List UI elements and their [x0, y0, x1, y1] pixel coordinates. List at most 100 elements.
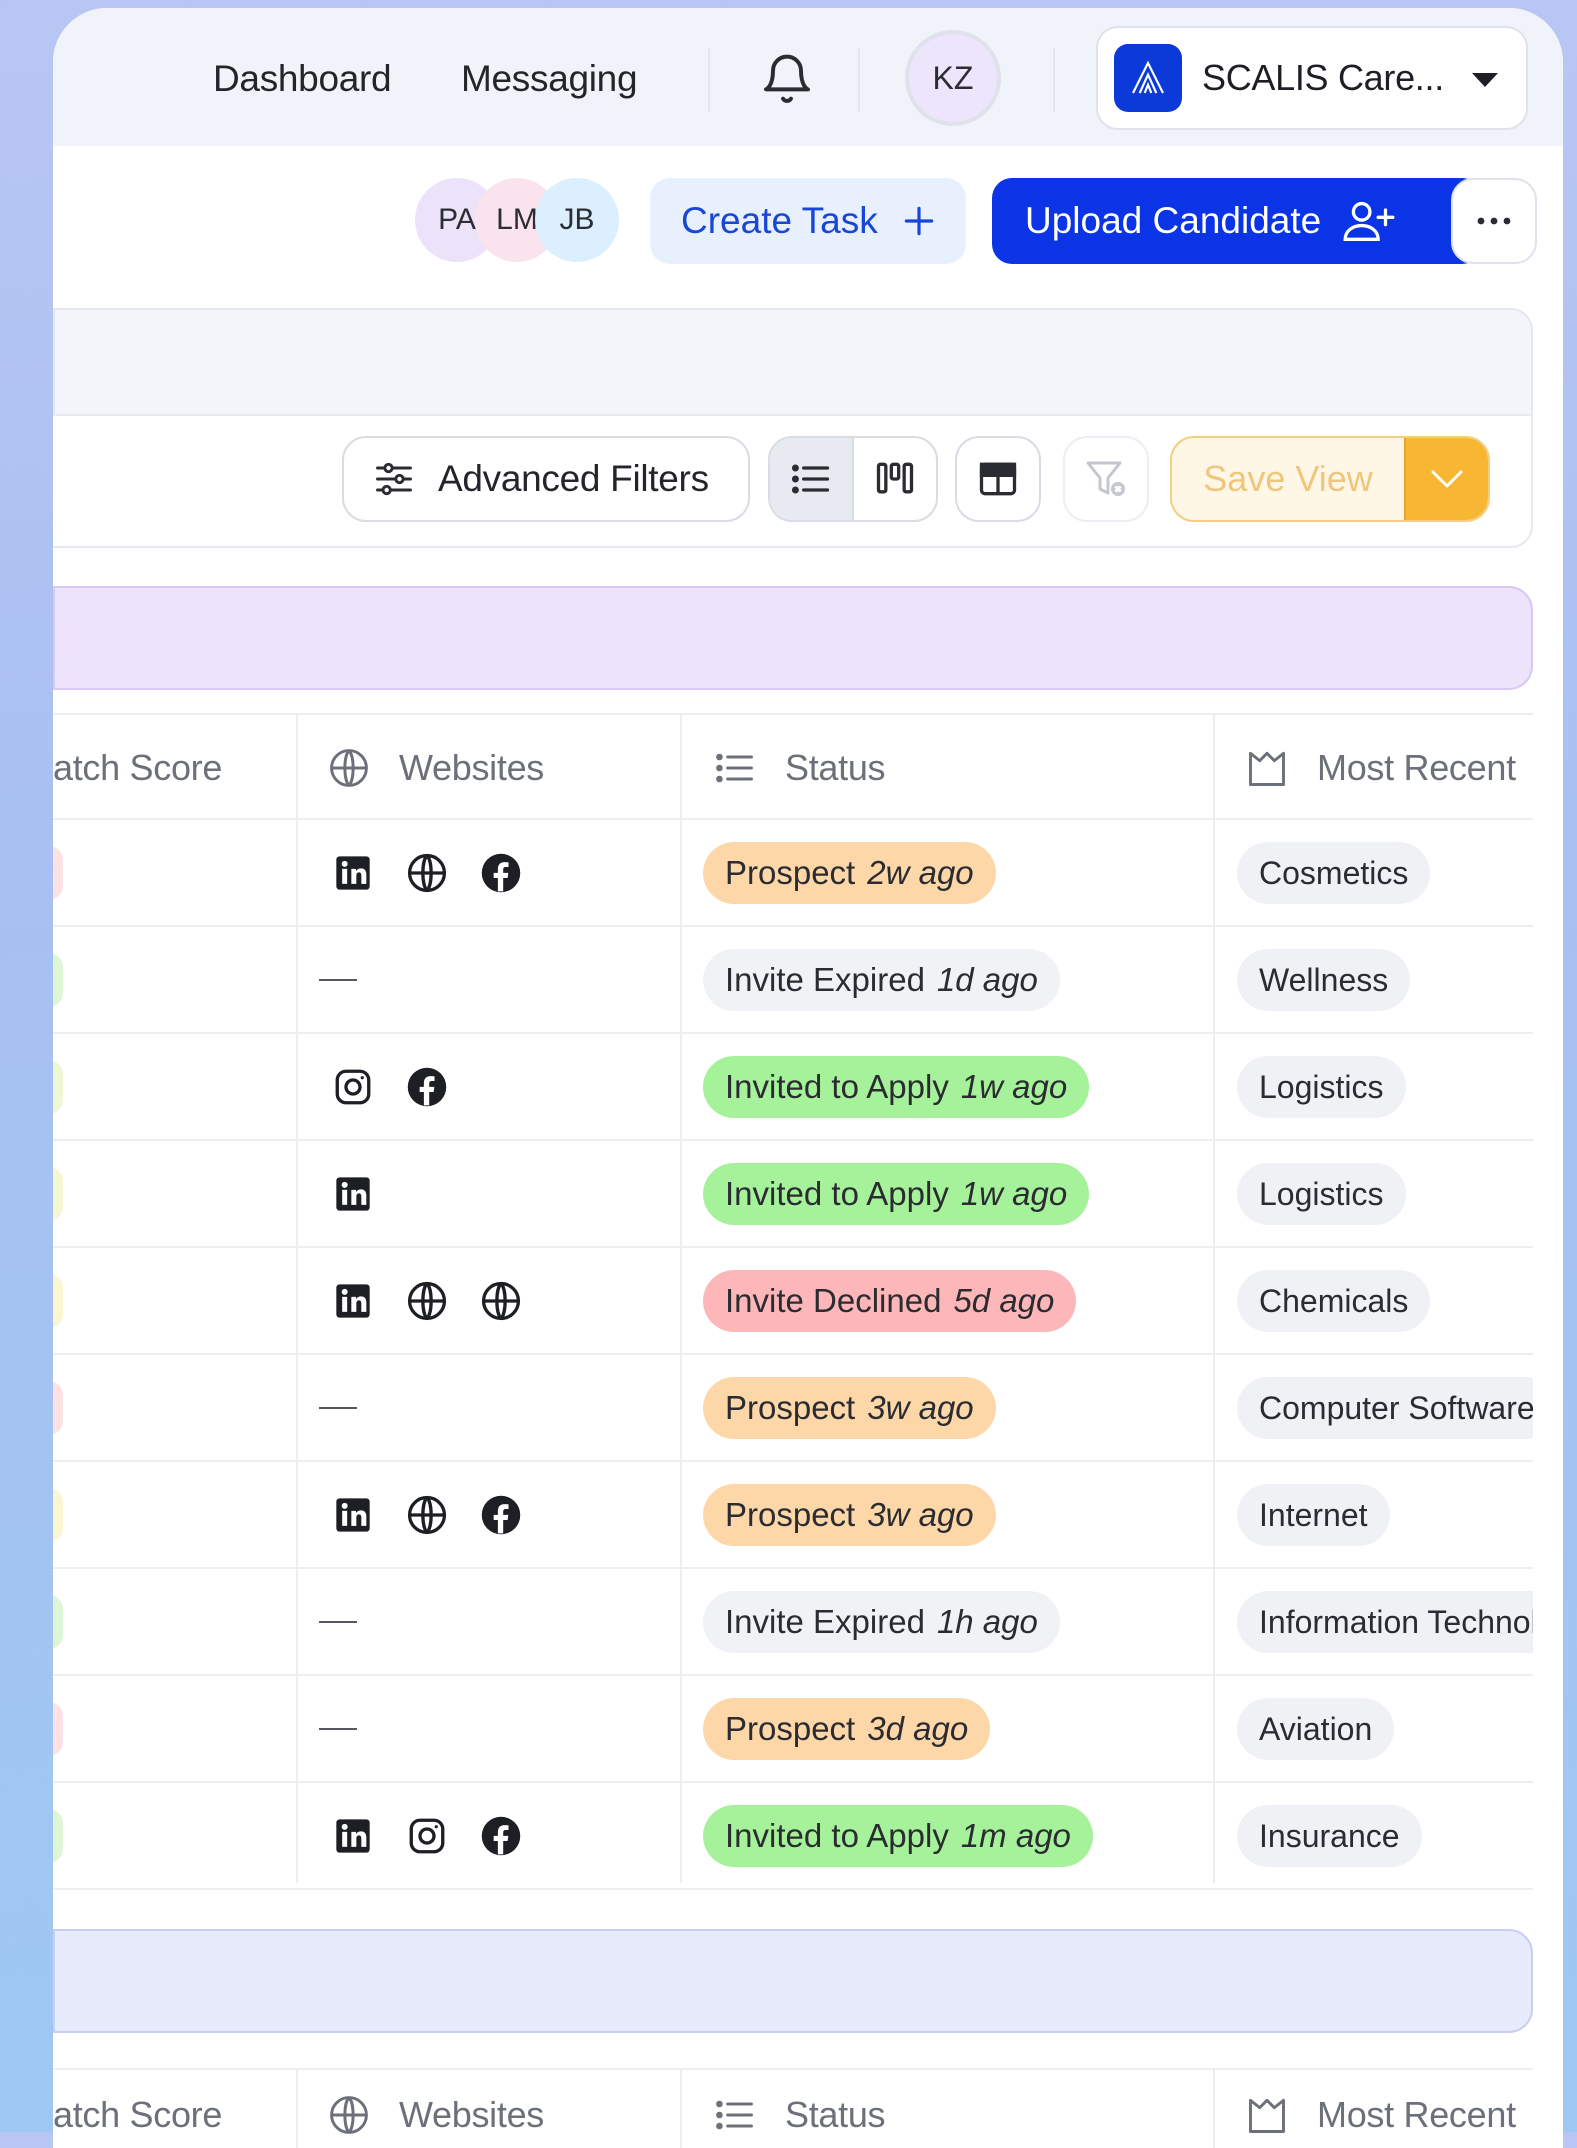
save-view-dropdown[interactable] [1404, 438, 1488, 520]
create-task-label: Create Task [681, 200, 878, 241]
header-websites-label: Websites [399, 2093, 544, 2135]
header-most-recent[interactable]: Most Recent [1245, 715, 1516, 820]
globe-icon[interactable] [479, 1279, 523, 1323]
empty-websites-dash [319, 979, 357, 981]
match-score-badge [53, 846, 63, 900]
upload-candidate-button[interactable]: Upload Candidate [992, 178, 1482, 264]
status-label: Invite Expired [725, 1603, 925, 1640]
header-websites[interactable]: Websites [327, 2062, 544, 2148]
linkedin-icon[interactable] [331, 851, 375, 895]
industry-cell: Cosmetics [1213, 820, 1533, 925]
upload-candidate-label: Upload Candidate [1025, 200, 1322, 241]
table-row[interactable]: Invited to Apply 1m ago Insurance [53, 1783, 1533, 1890]
status-label: Prospect [725, 1710, 856, 1747]
status-time: 5d ago [953, 1282, 1055, 1319]
status-badge[interactable]: Prospect 2w ago [703, 842, 996, 904]
globe-icon [327, 2093, 371, 2137]
save-view-button[interactable]: Save View [1172, 438, 1404, 520]
table-row[interactable]: Prospect 3w ago Computer Software [53, 1355, 1533, 1462]
industry-cell: Wellness [1213, 927, 1533, 1032]
empty-websites-dash [319, 1621, 357, 1623]
candidates-table: atch Score Websites Status Most Recent P… [53, 713, 1533, 1890]
notifications-bell-icon[interactable] [759, 52, 815, 108]
industry-tag: Logistics [1237, 1056, 1406, 1118]
group-header-bar[interactable] [53, 1929, 1533, 2033]
industry-tag: Insurance [1237, 1805, 1422, 1867]
plus-icon [904, 206, 933, 236]
list-view-button[interactable] [770, 438, 854, 520]
industry-tag: Cosmetics [1237, 842, 1431, 904]
status-badge[interactable]: Invited to Apply 1w ago [703, 1163, 1090, 1225]
group-header-bar[interactable] [53, 586, 1533, 690]
industry-cell: Internet [1213, 1462, 1533, 1567]
table-view-button[interactable] [955, 436, 1041, 522]
linkedin-icon[interactable] [331, 1172, 375, 1216]
table-row[interactable]: Invite Expired 1d ago Wellness [53, 927, 1533, 1034]
status-badge[interactable]: Invite Expired 1d ago [703, 949, 1060, 1011]
collaborator-avatar[interactable]: JB [535, 178, 619, 262]
facebook-icon[interactable] [479, 1493, 523, 1537]
header-match-score[interactable]: atch Score [53, 2062, 222, 2148]
company-switcher[interactable]: SCALIS Care... [1096, 26, 1528, 130]
industry-cell: Logistics [1213, 1034, 1533, 1139]
table-row[interactable]: Invited to Apply 1w ago Logistics [53, 1034, 1533, 1141]
user-avatar[interactable]: KZ [905, 30, 1001, 126]
instagram-icon[interactable] [405, 1814, 449, 1858]
facebook-icon[interactable] [479, 851, 523, 895]
status-label: Invited to Apply [725, 1817, 949, 1854]
linkedin-icon[interactable] [331, 1493, 375, 1537]
status-label: Prospect [725, 854, 856, 891]
table-row[interactable]: Prospect 3w ago Internet [53, 1462, 1533, 1569]
header-match-score[interactable]: atch Score [53, 715, 222, 820]
facebook-icon[interactable] [405, 1065, 449, 1109]
header-websites[interactable]: Websites [327, 715, 544, 820]
match-score-badge [53, 1167, 63, 1221]
industry-tag: Logistics [1237, 1163, 1406, 1225]
empty-websites-dash [319, 1407, 357, 1409]
header-most-recent-label: Most Recent [1317, 746, 1516, 788]
table-row[interactable]: Invited to Apply 1w ago Logistics [53, 1141, 1533, 1248]
match-score-badge [53, 1595, 63, 1649]
industry-tag: Chemicals [1237, 1270, 1431, 1332]
header-status[interactable]: Status [713, 715, 886, 820]
status-badge[interactable]: Invited to Apply 1m ago [703, 1805, 1093, 1867]
facebook-icon[interactable] [479, 1814, 523, 1858]
table-row[interactable]: Invite Declined 5d ago Chemicals [53, 1248, 1533, 1355]
table-row[interactable]: Prospect 3d ago Aviation [53, 1676, 1533, 1783]
header-status[interactable]: Status [713, 2062, 886, 2148]
website-links [331, 1783, 553, 1888]
nav-link-messaging[interactable]: Messaging [461, 58, 638, 100]
caret-down-icon [1472, 73, 1498, 87]
header-most-recent[interactable]: Most Recent [1245, 2062, 1516, 2148]
top-navigation: Dashboard Messaging KZ SCALIS Care... [53, 8, 1563, 146]
nav-link-dashboard[interactable]: Dashboard [213, 58, 392, 100]
match-score-badge [53, 1488, 63, 1542]
empty-websites-dash [319, 1728, 357, 1730]
table-row[interactable]: Invite Expired 1h ago Information Technolo… [53, 1569, 1533, 1676]
website-links [331, 1462, 553, 1567]
status-label: Prospect [725, 1496, 856, 1533]
status-badge[interactable]: Invited to Apply 1w ago [703, 1056, 1090, 1118]
linkedin-icon[interactable] [331, 1814, 375, 1858]
globe-icon[interactable] [405, 1493, 449, 1537]
clear-filters-button[interactable] [1063, 436, 1149, 522]
nav-divider [708, 48, 710, 112]
more-options-button[interactable] [1451, 178, 1537, 264]
globe-icon[interactable] [405, 1279, 449, 1323]
status-badge[interactable]: Prospect 3w ago [703, 1484, 996, 1546]
header-status-label: Status [785, 2093, 886, 2135]
globe-icon[interactable] [405, 851, 449, 895]
status-badge[interactable]: Prospect 3d ago [703, 1698, 991, 1760]
header-status-label: Status [785, 746, 886, 788]
advanced-filters-button[interactable]: Advanced Filters [342, 436, 750, 522]
linkedin-icon[interactable] [331, 1279, 375, 1323]
status-badge[interactable]: Invite Declined 5d ago [703, 1270, 1077, 1332]
status-badge[interactable]: Invite Expired 1h ago [703, 1591, 1060, 1653]
kanban-view-button[interactable] [854, 438, 936, 520]
status-badge[interactable]: Prospect 3w ago [703, 1377, 996, 1439]
table-row[interactable]: Prospect 2w ago Cosmetics [53, 820, 1533, 927]
industry-cell: Aviation [1213, 1676, 1533, 1781]
instagram-icon[interactable] [331, 1065, 375, 1109]
create-task-button[interactable]: Create Task [650, 178, 966, 264]
table-header: atch Score Websites Status Most Recent [53, 2068, 1533, 2148]
